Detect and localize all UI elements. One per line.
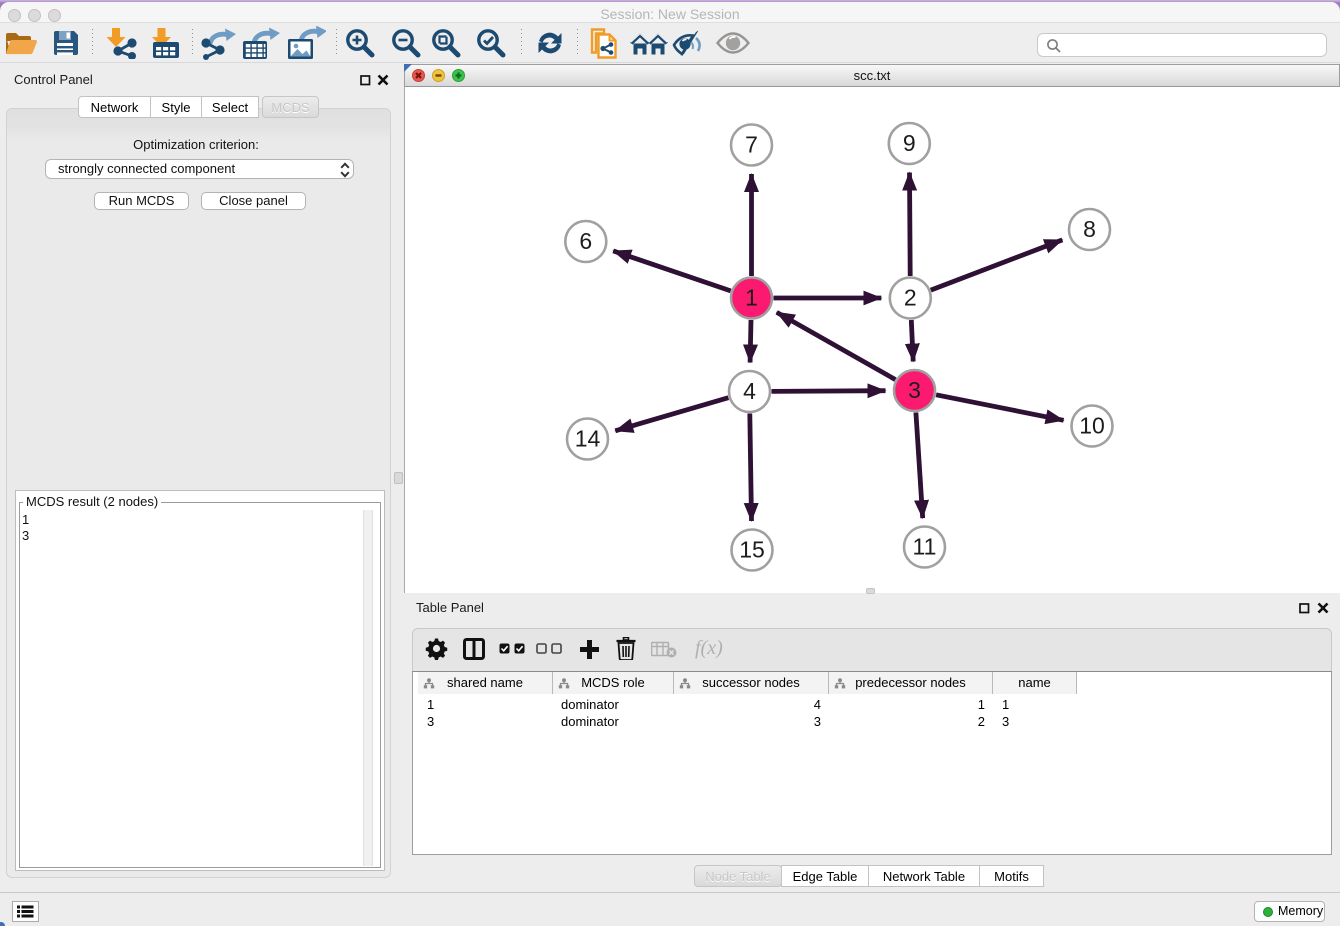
- svg-text:6: 6: [579, 228, 592, 254]
- svg-text:10: 10: [1079, 413, 1105, 439]
- svg-text:15: 15: [739, 537, 765, 563]
- svg-text:11: 11: [913, 534, 937, 560]
- svg-text:1: 1: [745, 285, 758, 311]
- svg-text:2: 2: [904, 285, 917, 311]
- svg-text:8: 8: [1083, 216, 1096, 242]
- svg-text:9: 9: [903, 130, 916, 156]
- svg-text:14: 14: [575, 426, 601, 452]
- svg-text:7: 7: [745, 132, 758, 158]
- svg-text:4: 4: [743, 378, 756, 404]
- svg-text:3: 3: [908, 377, 921, 403]
